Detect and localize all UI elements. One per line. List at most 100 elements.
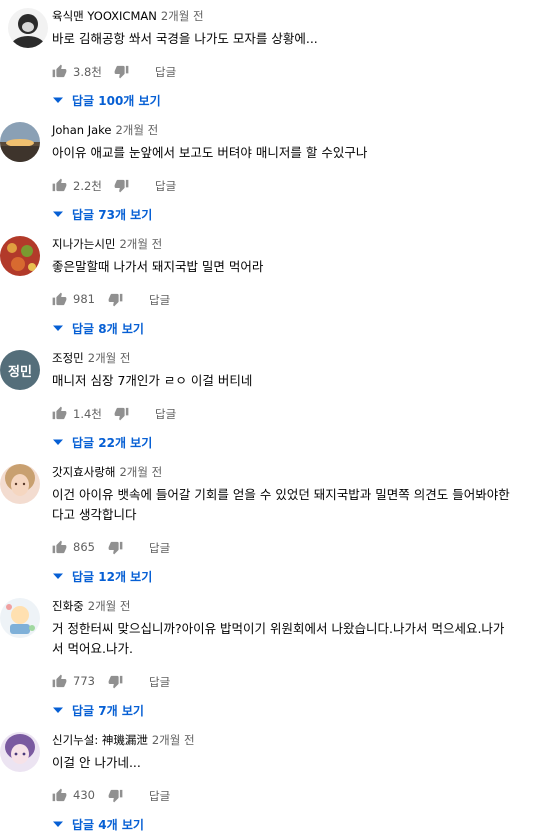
comment-text-line: 이걸 안 나가네... [52, 755, 141, 770]
avatar[interactable] [8, 8, 48, 48]
comment-time[interactable]: 2개월 전 [119, 237, 162, 251]
thumbs-up-icon[interactable] [52, 788, 67, 803]
comment-text-line: 다고 생각합니다 [52, 507, 137, 522]
comment-text: 매니저 심장 7개인가 ㄹㅇ 이걸 버티네 [52, 371, 545, 391]
reply-button[interactable]: 답글 [149, 540, 170, 556]
thumbs-down-icon[interactable] [114, 178, 129, 193]
avatar[interactable] [0, 122, 40, 162]
avatar[interactable] [0, 464, 40, 504]
view-replies-button[interactable]: 답글 73개 보기 [52, 204, 545, 224]
view-replies-label: 답글 12개 보기 [72, 570, 153, 584]
reply-button[interactable]: 답글 [149, 788, 170, 804]
comment-actions: 1.4천 답글 [52, 404, 545, 424]
view-replies-label: 답글 22개 보기 [72, 436, 153, 450]
thumbs-down-icon[interactable] [108, 292, 123, 307]
thumbs-down-icon[interactable] [108, 674, 123, 689]
view-replies-label: 답글 7개 보기 [72, 704, 144, 718]
reply-button[interactable]: 답글 [149, 674, 170, 690]
comment-actions: 3.8천 답글 [52, 62, 545, 82]
comment-time[interactable]: 2개월 전 [119, 465, 162, 479]
thumbs-down-icon[interactable] [114, 64, 129, 79]
comment-time[interactable]: 2개월 전 [115, 123, 158, 137]
reply-button[interactable]: 답글 [155, 64, 176, 80]
comment-header: 지나가는시민 2개월 전 [52, 236, 545, 252]
reply-button[interactable]: 답글 [155, 406, 176, 422]
view-replies-button[interactable]: 답글 12개 보기 [52, 566, 545, 586]
author-name[interactable]: 진화중 [52, 599, 84, 613]
comment-text: 이건 아이유 뱃속에 들어갈 기회를 얻을 수 있었던 돼지국밥과 밀면쪽 의견… [52, 485, 545, 525]
avatar-sunset-icon [0, 122, 40, 162]
comment-text-line: 좋은말할때 나가서 돼지국밥 밀면 먹어라 [52, 259, 264, 274]
view-replies-label: 답글 100개 보기 [72, 94, 161, 108]
comment-text: 바로 김해공항 쏴서 국경을 나가도 모자를 상황에... [52, 29, 545, 49]
thumbs-up-icon[interactable] [52, 540, 67, 555]
thumbs-up-icon[interactable] [52, 406, 67, 421]
view-replies-button[interactable]: 답글 7개 보기 [52, 700, 545, 720]
comment-header: 진화중 2개월 전 [52, 598, 545, 614]
avatar-initials: 정민 [0, 350, 40, 390]
view-replies-label: 답글 73개 보기 [72, 208, 153, 222]
comment-time[interactable]: 2개월 전 [161, 9, 204, 23]
thumbs-up-icon[interactable] [52, 292, 67, 307]
avatar-food-icon [0, 236, 40, 276]
author-name[interactable]: 지나가는시민 [52, 237, 115, 251]
like-count: 430 [73, 788, 95, 802]
like-count: 3.8천 [73, 65, 102, 79]
comment-text-line: 서 먹어요.나가. [52, 641, 133, 656]
comment-time[interactable]: 2개월 전 [88, 599, 131, 613]
author-name[interactable]: 신기누설: 神璣漏泄 [52, 733, 148, 747]
author-name[interactable]: 갓지효사랑해 [52, 465, 115, 479]
view-replies-button[interactable]: 답글 4개 보기 [52, 814, 545, 834]
view-replies-label: 답글 4개 보기 [72, 818, 144, 832]
thumbs-up-icon[interactable] [52, 64, 67, 79]
comment-time[interactable]: 2개월 전 [152, 733, 195, 747]
author-name[interactable]: 조정민 [52, 351, 84, 365]
comment-text: 아이유 애교를 눈앞에서 보고도 버텨야 매니저를 할 수있구나 [52, 143, 545, 163]
like-count: 773 [73, 674, 95, 688]
view-replies-label: 답글 8개 보기 [72, 322, 144, 336]
chevron-down-icon [53, 573, 63, 579]
thumbs-down-icon[interactable] [108, 540, 123, 555]
comment-actions: 981 답글 [52, 290, 545, 310]
avatar[interactable] [0, 236, 40, 276]
comment-text-line: 이건 아이유 뱃속에 들어갈 기회를 얻을 수 있었던 돼지국밥과 밀면쪽 의견… [52, 487, 510, 502]
comment-header: 신기누설: 神璣漏泄 2개월 전 [52, 732, 545, 748]
chevron-down-icon [53, 325, 63, 331]
avatar-portrait-icon [8, 8, 48, 48]
comment-actions: 865 답글 [52, 538, 545, 558]
author-name[interactable]: 육식맨 YOOXICMAN [52, 9, 157, 23]
chevron-down-icon [53, 211, 63, 217]
chevron-down-icon [53, 97, 63, 103]
avatar[interactable] [0, 598, 40, 638]
comment-text: 거 정한터씨 맞으십니까?아이유 밥먹이기 위원회에서 나왔습니다.나가서 먹으… [52, 619, 545, 659]
comment-text: 이걸 안 나가네... [52, 753, 545, 773]
like-count: 981 [73, 292, 95, 306]
chevron-down-icon [53, 439, 63, 445]
avatar[interactable]: 정민 [0, 350, 40, 390]
reply-button[interactable]: 답글 [155, 178, 176, 194]
comment-header: Johan Jake 2개월 전 [52, 122, 545, 138]
avatar-portrait-icon [0, 464, 40, 504]
comment-text-line: 매니저 심장 7개인가 ㄹㅇ 이걸 버티네 [52, 373, 253, 388]
avatar-anime-icon [0, 732, 40, 772]
comment-header: 육식맨 YOOXICMAN 2개월 전 [52, 8, 545, 24]
thumbs-down-icon[interactable] [108, 788, 123, 803]
thumbs-down-icon[interactable] [114, 406, 129, 421]
like-count: 1.4천 [73, 407, 102, 421]
avatar-cartoon-icon [0, 598, 40, 638]
comment-header: 조정민 2개월 전 [52, 350, 545, 366]
author-name[interactable]: Johan Jake [52, 123, 111, 137]
thumbs-up-icon[interactable] [52, 674, 67, 689]
thumbs-up-icon[interactable] [52, 178, 67, 193]
view-replies-button[interactable]: 답글 100개 보기 [52, 90, 545, 110]
comment-header: 갓지효사랑해 2개월 전 [52, 464, 545, 480]
comment-text-line: 거 정한터씨 맞으십니까?아이유 밥먹이기 위원회에서 나왔습니다.나가서 먹으… [52, 621, 505, 636]
view-replies-button[interactable]: 답글 22개 보기 [52, 432, 545, 452]
comment-text: 좋은말할때 나가서 돼지국밥 밀면 먹어라 [52, 257, 545, 277]
comment-actions: 2.2천 답글 [52, 176, 545, 196]
reply-button[interactable]: 답글 [149, 292, 170, 308]
view-replies-button[interactable]: 답글 8개 보기 [52, 318, 545, 338]
avatar[interactable] [0, 732, 40, 772]
comment-time[interactable]: 2개월 전 [88, 351, 131, 365]
chevron-down-icon [53, 707, 63, 713]
